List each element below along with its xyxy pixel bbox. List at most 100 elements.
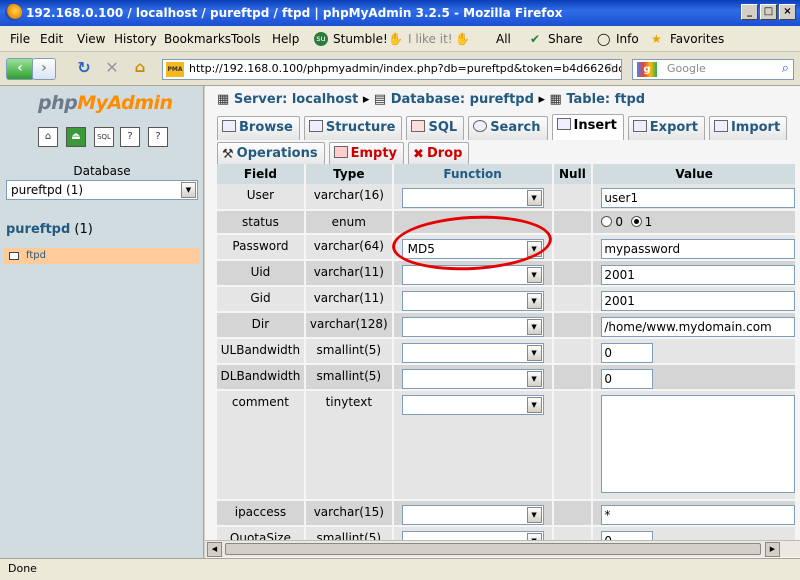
menu-history[interactable]: History: [114, 32, 157, 46]
google-icon[interactable]: g: [637, 62, 657, 77]
docs-icon[interactable]: ?: [120, 127, 140, 147]
sql-query-icon[interactable]: SQL: [94, 127, 114, 147]
database-select[interactable]: pureftpd (1) ▼: [6, 180, 198, 200]
status-bar: Done: [0, 558, 800, 580]
chevron-down-icon[interactable]: ▼: [526, 241, 542, 257]
info-button[interactable]: Info: [616, 32, 639, 46]
exit-icon[interactable]: ⏏: [66, 127, 86, 147]
scroll-right-icon[interactable]: ▶: [765, 542, 780, 557]
value-input[interactable]: 0: [601, 369, 654, 389]
pma-navigation-pane: phpMyAdmin ⌂ ⏏ SQL ? ? Database pureftpd…: [0, 86, 204, 558]
chevron-down-icon[interactable]: ▼: [181, 182, 196, 198]
search-box[interactable]: g Google ⌕: [632, 59, 794, 80]
tab-sql[interactable]: SQL: [406, 116, 465, 140]
breadcrumb-server[interactable]: Server: localhost: [234, 92, 358, 107]
column-header-function[interactable]: Function: [392, 164, 554, 184]
value-input[interactable]: 0: [601, 343, 654, 363]
field-type: tinytext: [304, 390, 394, 501]
db-link[interactable]: pureftpd (1): [6, 222, 93, 237]
tab-search[interactable]: Search: [468, 116, 548, 140]
value-input[interactable]: mypassword: [601, 239, 795, 259]
phpmyadmin-favicon: PMA: [166, 62, 184, 77]
phpmyadmin-logo[interactable]: phpMyAdmin: [38, 92, 173, 114]
menu-tools[interactable]: Tools: [231, 32, 261, 46]
navigation-toolbar: ‹ › ↻ ✕ ⌂ PMA http://192.168.0.100/phpmy…: [0, 52, 800, 86]
close-button[interactable]: ×: [779, 4, 796, 20]
structure-icon: [308, 120, 323, 132]
function-select[interactable]: ▼: [401, 317, 544, 337]
home-icon[interactable]: ⌂: [130, 58, 150, 80]
value-input[interactable]: *: [601, 505, 795, 525]
menu-file[interactable]: File: [10, 32, 30, 46]
comment-textarea[interactable]: [601, 395, 795, 493]
menu-edit[interactable]: Edit: [40, 32, 63, 46]
function-select[interactable]: ▼: [401, 265, 544, 285]
status-radio-1[interactable]: [630, 216, 642, 227]
tab-export[interactable]: Export: [627, 116, 705, 140]
breadcrumb-database[interactable]: Database: pureftpd: [391, 92, 534, 107]
horizontal-scrollbar[interactable]: ◀ ▶: [205, 540, 800, 557]
value-input[interactable]: /home/www.mydomain.com: [601, 317, 795, 337]
chevron-down-icon[interactable]: ▼: [526, 371, 542, 387]
function-select[interactable]: ▼: [401, 188, 544, 208]
field-type: smallint(5): [304, 338, 394, 365]
table-row: User varchar(16) ▼ user1: [217, 184, 797, 211]
chevron-down-icon[interactable]: ▼: [526, 267, 542, 283]
scroll-left-icon[interactable]: ◀: [207, 542, 222, 557]
column-header-field: Field: [217, 164, 306, 184]
maximize-button[interactable]: □: [760, 4, 777, 20]
scrollbar-thumb[interactable]: [225, 543, 761, 555]
field-type: varchar(11): [304, 260, 394, 287]
value-input[interactable]: 2001: [601, 265, 795, 285]
stop-icon[interactable]: ✕: [102, 58, 122, 80]
tab-browse[interactable]: Browse: [217, 116, 300, 140]
status-radio-0[interactable]: [601, 216, 613, 227]
back-arrow-icon[interactable]: ‹: [6, 58, 34, 80]
menu-help[interactable]: Help: [272, 32, 299, 46]
tab-drop[interactable]: ✖ Drop: [408, 142, 470, 166]
breadcrumb-table[interactable]: Table: ftpd: [566, 92, 645, 107]
share-menu[interactable]: Share: [548, 32, 583, 46]
minimize-button[interactable]: _: [741, 4, 758, 20]
home-icon[interactable]: ⌂: [38, 127, 58, 147]
thumbs-up-icon: ✋: [388, 32, 403, 46]
tab-structure[interactable]: Structure: [303, 116, 403, 140]
magnifier-icon[interactable]: ⌕: [782, 60, 789, 78]
reload-icon[interactable]: ↻: [74, 58, 94, 80]
search-placeholder: Google: [667, 62, 706, 75]
chevron-down-icon[interactable]: ▼: [526, 345, 542, 361]
chevron-down-icon[interactable]: ▼: [526, 190, 542, 206]
chevron-down-icon[interactable]: ▼: [526, 507, 542, 523]
share-icon: ✔: [530, 32, 541, 46]
tab-bar-primary: Browse Structure SQL Search Insert Expor…: [217, 114, 788, 140]
value-input[interactable]: 2001: [601, 291, 795, 311]
function-select[interactable]: ▼: [401, 291, 544, 311]
thumbs-down-icon[interactable]: ✋: [455, 32, 470, 46]
function-select[interactable]: ▼: [401, 395, 544, 415]
bookmark-star-icon[interactable]: ☆: [604, 60, 617, 78]
stumble-button[interactable]: Stumble!: [333, 32, 388, 46]
tab-operations[interactable]: ⚒ Operations: [217, 142, 325, 166]
function-select[interactable]: ▼: [401, 343, 544, 363]
function-select[interactable]: ▼: [401, 369, 544, 389]
tab-import[interactable]: Import: [708, 116, 788, 140]
function-select[interactable]: ▼: [401, 505, 544, 525]
all-menu[interactable]: All: [496, 32, 511, 46]
menu-view[interactable]: View: [77, 32, 105, 46]
function-select[interactable]: MD5 ▼: [401, 239, 544, 259]
chevron-down-icon[interactable]: ▼: [526, 293, 542, 309]
forward-arrow-icon[interactable]: ›: [32, 58, 56, 80]
chevron-down-icon[interactable]: ▼: [526, 397, 542, 413]
menu-bookmarks[interactable]: Bookmarks: [164, 32, 231, 46]
value-input[interactable]: user1: [601, 188, 795, 208]
window-title: 192.168.0.100 / localhost / pureftpd / f…: [26, 6, 563, 20]
favorites-button[interactable]: Favorites: [670, 32, 724, 46]
chevron-down-icon[interactable]: ▼: [526, 319, 542, 335]
sql-docs-icon[interactable]: ?: [148, 127, 168, 147]
sidebar-table-ftpd[interactable]: ftpd: [4, 248, 200, 264]
i-like-it-button[interactable]: I like it!: [408, 32, 453, 46]
address-bar[interactable]: PMA http://192.168.0.100/phpmyadmin/inde…: [162, 59, 622, 80]
search-icon: [473, 120, 488, 132]
tab-insert[interactable]: Insert: [551, 114, 624, 140]
tab-empty[interactable]: Empty: [328, 142, 405, 166]
